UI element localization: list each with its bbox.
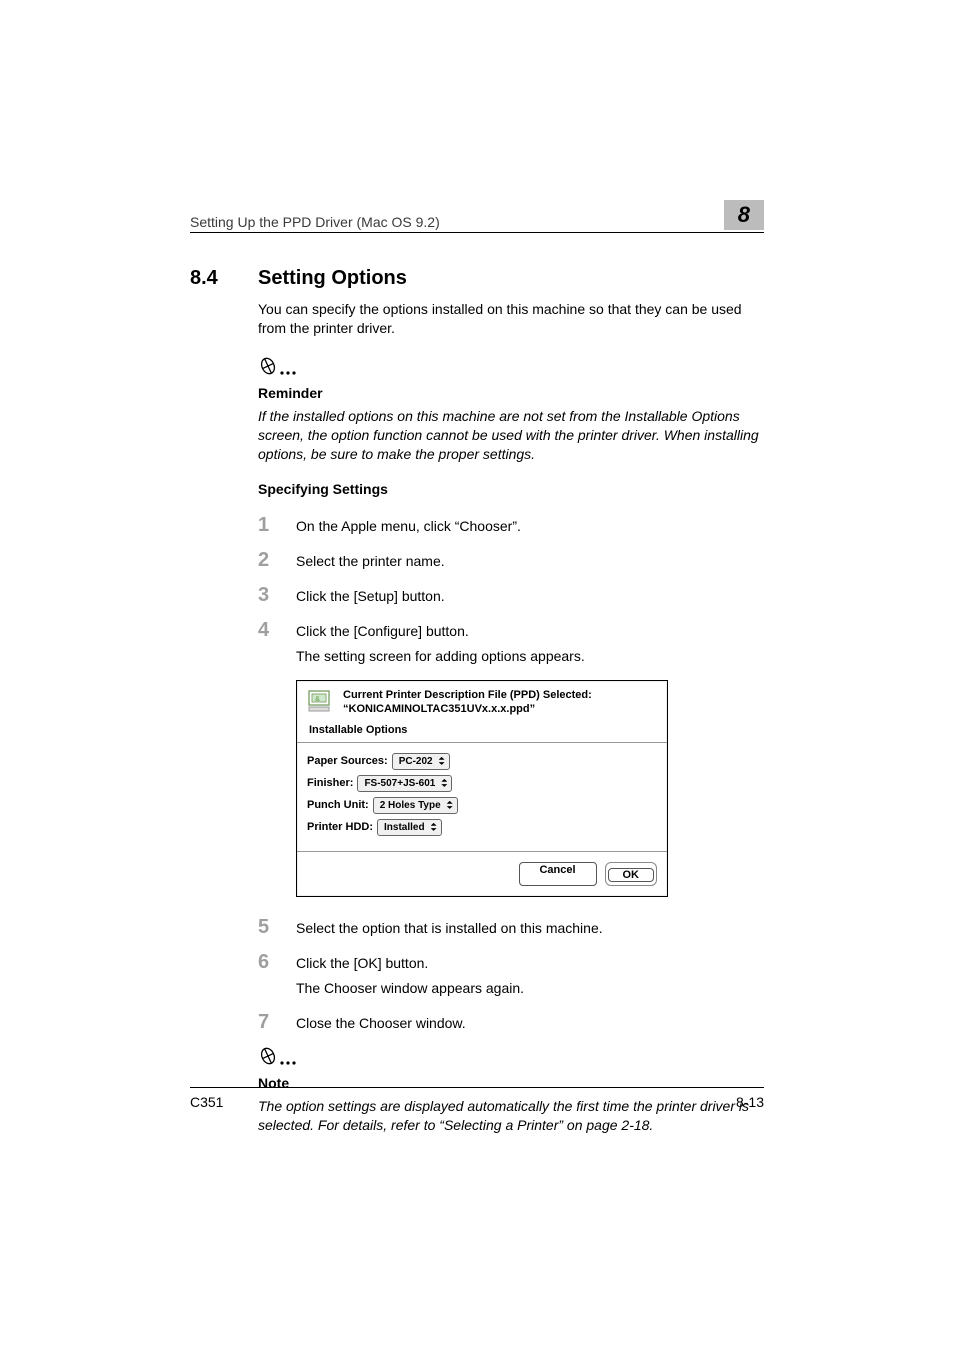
step-text: Click the [Setup] button.	[296, 587, 445, 606]
footer-right: 8-13	[736, 1094, 764, 1110]
ok-button[interactable]: OK	[608, 868, 655, 882]
step-number: 3	[258, 585, 296, 605]
intro-paragraph: You can specify the options installed on…	[258, 300, 764, 338]
running-header: Setting Up the PPD Driver (Mac OS 9.2) 8	[190, 200, 764, 233]
running-header-title: Setting Up the PPD Driver (Mac OS 9.2)	[190, 214, 440, 230]
steps-list: 1 On the Apple menu, click “Chooser”. 2 …	[258, 515, 764, 1032]
option-label: Finisher:	[307, 777, 353, 789]
dialog-header-line2: “KONICAMINOLTAC351UVx.x.x.ppd”	[343, 703, 592, 717]
step-number: 5	[258, 917, 296, 937]
step-5: 5 Select the option that is installed on…	[258, 917, 764, 938]
ok-button-wrap: OK	[605, 862, 658, 886]
reminder-title: Reminder	[258, 385, 764, 401]
step-text: On the Apple menu, click “Chooser”.	[296, 517, 521, 536]
installable-options-dialog: & Current Printer Description File (PPD)…	[296, 680, 668, 897]
printer-hdd-select[interactable]: Installed	[377, 819, 442, 836]
section-title: Setting Options	[258, 267, 407, 290]
cancel-button[interactable]: Cancel	[519, 862, 597, 886]
option-label: Printer HDD:	[307, 821, 373, 833]
step-4: 4 Click the [Configure] button.	[258, 620, 764, 641]
option-label: Paper Sources:	[307, 755, 388, 767]
section-number: 8.4	[190, 267, 258, 290]
step-7: 7 Close the Chooser window.	[258, 1012, 764, 1033]
footer-left: C351	[190, 1094, 223, 1110]
svg-text:&: &	[315, 696, 320, 703]
option-finisher: Finisher: FS-507+JS-601	[307, 775, 657, 792]
note-icon	[258, 1046, 764, 1073]
punch-unit-select[interactable]: 2 Holes Type	[373, 797, 458, 814]
paper-sources-select[interactable]: PC-202	[392, 753, 450, 770]
section-heading: 8.4 Setting Options	[190, 267, 764, 290]
reminder-icon	[258, 356, 764, 383]
step-text: Select the printer name.	[296, 552, 445, 571]
option-printer-hdd: Printer HDD: Installed	[307, 819, 657, 836]
step-number: 6	[258, 952, 296, 972]
dialog-subheader: Installable Options	[309, 724, 657, 736]
step-4-subtext: The setting screen for adding options ap…	[296, 647, 764, 666]
step-6: 6 Click the [OK] button.	[258, 952, 764, 973]
printer-icon: &	[307, 689, 335, 718]
step-number: 4	[258, 620, 296, 640]
chapter-number-badge: 8	[724, 200, 764, 230]
step-text: Select the option that is installed on t…	[296, 919, 603, 938]
finisher-select[interactable]: FS-507+JS-601	[357, 775, 452, 792]
dialog-header-line1: Current Printer Description File (PPD) S…	[343, 689, 592, 703]
step-2: 2 Select the printer name.	[258, 550, 764, 571]
step-number: 1	[258, 515, 296, 535]
page-footer: C351 8-13	[190, 1087, 764, 1110]
step-number: 7	[258, 1012, 296, 1032]
step-3: 3 Click the [Setup] button.	[258, 585, 764, 606]
step-text: Click the [Configure] button.	[296, 622, 469, 641]
step-6-subtext: The Chooser window appears again.	[296, 979, 764, 998]
step-text: Click the [OK] button.	[296, 954, 428, 973]
specifying-settings-heading: Specifying Settings	[258, 481, 764, 497]
reminder-body: If the installed options on this machine…	[258, 407, 764, 464]
step-text: Close the Chooser window.	[296, 1014, 466, 1033]
step-1: 1 On the Apple menu, click “Chooser”.	[258, 515, 764, 536]
option-paper-sources: Paper Sources: PC-202	[307, 753, 657, 770]
option-punch-unit: Punch Unit: 2 Holes Type	[307, 797, 657, 814]
option-label: Punch Unit:	[307, 799, 369, 811]
step-number: 2	[258, 550, 296, 570]
